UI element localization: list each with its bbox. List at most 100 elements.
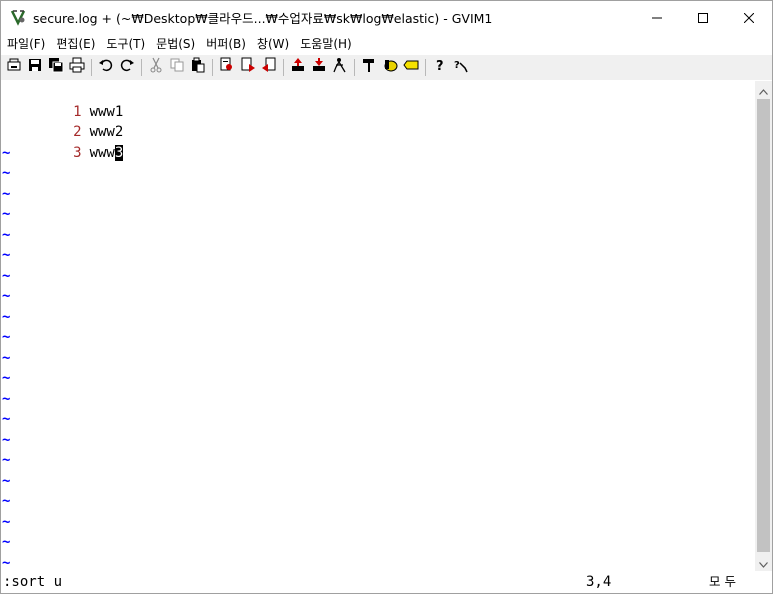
maximize-button[interactable] (680, 1, 726, 33)
save-button[interactable] (25, 57, 45, 77)
save-session-button[interactable] (309, 57, 329, 77)
find-prev-icon (261, 57, 277, 77)
scroll-up-button[interactable] (755, 81, 772, 98)
empty-line-tilde: ~ (2, 288, 11, 304)
empty-line-tilde: ~ (2, 513, 11, 530)
minimize-icon (652, 8, 662, 27)
scroll-position: 모 두 (709, 574, 736, 589)
find-prev-button[interactable] (259, 57, 279, 77)
editor-line[interactable]: 3 www3 (1, 122, 124, 161)
gvim-window: secure.log + (~₩Desktop₩클라우드...₩수업자료₩sk₩… (0, 0, 773, 594)
open-button[interactable] (4, 57, 24, 77)
empty-line-tilde: ~ (2, 308, 11, 325)
svg-text:?: ? (436, 59, 444, 73)
line-number: 3 (73, 144, 82, 161)
load-session-icon (290, 57, 306, 77)
empty-line-tilde: ~ (2, 390, 11, 407)
title-bar[interactable]: secure.log + (~₩Desktop₩클라우드...₩수업자료₩sk₩… (1, 1, 772, 33)
help-icon: ? (432, 57, 448, 77)
run-script-button[interactable] (330, 57, 350, 77)
text-cursor: 3 (114, 144, 124, 161)
gvim-app-icon[interactable] (9, 8, 27, 26)
empty-line-tilde: ~ (2, 554, 11, 571)
toolbar-separator (212, 58, 213, 76)
save-all-icon (48, 57, 64, 77)
menu-window[interactable]: 창(W) (251, 35, 294, 52)
make-icon (361, 57, 377, 77)
tag-button[interactable] (401, 57, 421, 77)
close-button[interactable] (726, 1, 772, 33)
save-icon (27, 57, 43, 77)
replace-icon (219, 57, 235, 77)
redo-button[interactable] (117, 57, 137, 77)
save-all-button[interactable] (46, 57, 66, 77)
find-next-button[interactable] (238, 57, 258, 77)
tag-icon (403, 57, 419, 77)
menu-syntax[interactable]: 문법(S) (150, 35, 200, 52)
empty-line-tilde: ~ (2, 329, 11, 345)
scroll-down-button[interactable] (755, 554, 772, 571)
shell-button[interactable] (380, 57, 400, 77)
empty-line-tilde: ~ (2, 452, 11, 468)
window-controls (634, 1, 772, 33)
empty-line-tilde: ~ (2, 349, 11, 366)
cursor-position: 3,4 (586, 574, 612, 590)
paste-button[interactable] (188, 57, 208, 77)
empty-line-tilde: ~ (2, 493, 11, 509)
menu-help[interactable]: 도움말(H) (294, 35, 357, 52)
maximize-icon (698, 8, 708, 27)
toolbar-separator (354, 58, 355, 76)
menu-tools[interactable]: 도구(T) (100, 35, 150, 52)
window-title: secure.log + (~₩Desktop₩클라우드...₩수업자료₩sk₩… (33, 10, 493, 26)
redo-icon (119, 57, 135, 77)
command-text[interactable]: :sort u (3, 571, 62, 593)
vertical-scrollbar[interactable] (755, 81, 772, 571)
shell-icon (382, 57, 398, 77)
editor-line[interactable]: 2 www2 (1, 102, 123, 140)
menu-buffers[interactable]: 버퍼(B) (200, 35, 251, 52)
toolbar-separator (141, 58, 142, 76)
line-text[interactable]: www (90, 145, 115, 161)
menu-file[interactable]: 파일(F) (1, 35, 50, 52)
print-button[interactable] (67, 57, 87, 77)
empty-line-tilde: ~ (2, 472, 11, 489)
editor-area[interactable]: 1 www1 2 www2 3 www3 ~ ~ ~ ~ ~ ~ ~ ~ ~ ~ ~ ~ ~ ~ ~ ~ ~ ~ ~ ~ ~ (1, 81, 755, 571)
help-button[interactable]: ? (430, 57, 450, 77)
paste-icon (190, 57, 206, 77)
undo-button[interactable] (96, 57, 116, 77)
close-icon (743, 8, 755, 27)
save-session-icon (311, 57, 327, 77)
toolbar: ? ? (1, 55, 772, 80)
empty-line-tilde: ~ (2, 431, 11, 448)
empty-line-tilde: ~ (2, 226, 11, 243)
toolbar-separator (283, 58, 284, 76)
command-line[interactable]: :sort u 3,4 모 두 (1, 571, 772, 593)
empty-line-tilde: ~ (2, 144, 11, 161)
menu-edit[interactable]: 편집(E) (50, 35, 100, 52)
copy-button[interactable] (167, 57, 187, 77)
run-script-icon (332, 57, 348, 77)
minimize-button[interactable] (634, 1, 680, 33)
print-icon (69, 57, 85, 77)
svg-text:?: ? (454, 60, 460, 71)
editor-line[interactable]: 1 www1 (1, 81, 123, 120)
find-help-icon: ? (453, 57, 469, 77)
cut-button[interactable] (146, 57, 166, 77)
scroll-thumb[interactable] (757, 99, 770, 552)
chevron-down-icon (759, 553, 768, 572)
empty-line-tilde: ~ (2, 370, 11, 386)
find-next-icon (240, 57, 256, 77)
undo-icon (98, 57, 114, 77)
cut-icon (148, 57, 164, 77)
toolbar-separator (425, 58, 426, 76)
empty-line-tilde: ~ (2, 185, 11, 202)
make-button[interactable] (359, 57, 379, 77)
empty-line-tilde: ~ (2, 534, 11, 550)
load-session-button[interactable] (288, 57, 308, 77)
chevron-up-icon (759, 80, 768, 99)
menu-bar: 파일(F) 편집(E) 도구(T) 문법(S) 버퍼(B) 창(W) 도움말(H… (1, 33, 772, 54)
find-help-button[interactable]: ? (451, 57, 471, 77)
empty-line-tilde: ~ (2, 247, 11, 263)
toolbar-separator (91, 58, 92, 76)
replace-button[interactable] (217, 57, 237, 77)
